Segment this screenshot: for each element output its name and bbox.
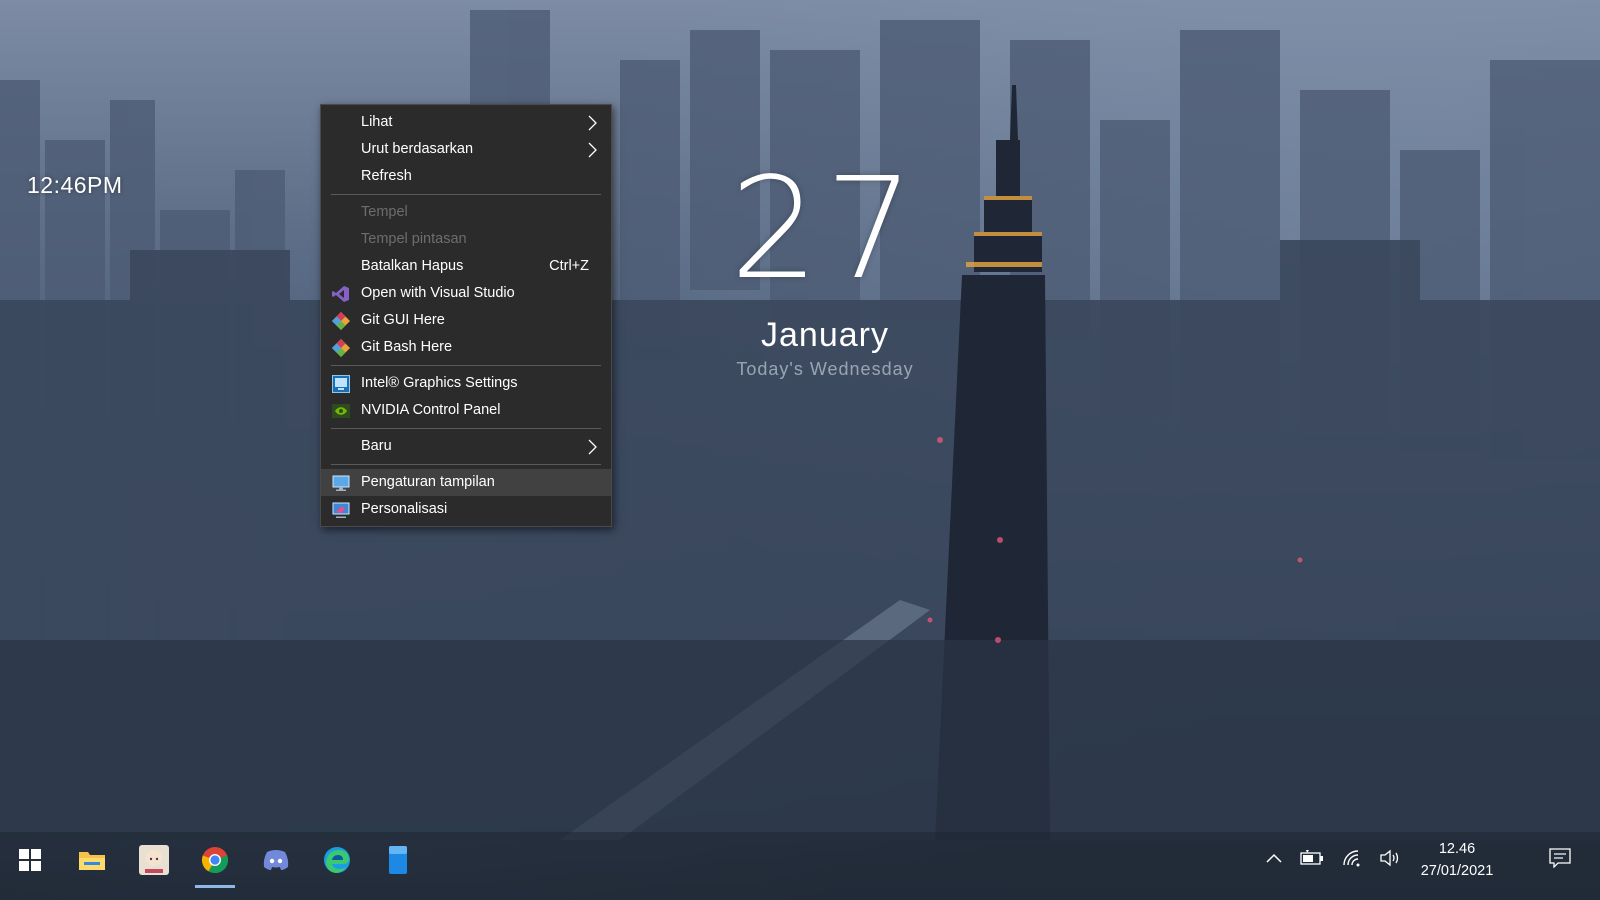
notification-center-icon[interactable]: [1548, 846, 1572, 870]
menu-item-label: Tempel: [361, 204, 408, 220]
battery-icon[interactable]: [1300, 846, 1324, 870]
menu-separator: [331, 464, 601, 465]
menu-item-pengaturan-tampilan[interactable]: Pengaturan tampilan: [321, 469, 611, 496]
menu-separator: [331, 194, 601, 195]
menu-item-label: Git GUI Here: [361, 312, 445, 328]
menu-item-personalisasi[interactable]: Personalisasi: [321, 496, 611, 523]
menu-item-git-bash-here[interactable]: Git Bash Here: [321, 334, 611, 361]
menu-item-open-with-visual-studio[interactable]: Open with Visual Studio: [321, 280, 611, 307]
blue-app-icon[interactable]: [374, 838, 422, 882]
menu-item-shortcut: Ctrl+Z: [549, 258, 589, 274]
menu-separator: [331, 365, 601, 366]
menu-item-label: Git Bash Here: [361, 339, 453, 355]
anime-app-icon[interactable]: [130, 838, 178, 882]
file-explorer-icon[interactable]: [68, 838, 116, 882]
menu-separator: [331, 428, 601, 429]
menu-item-label: Refresh: [361, 168, 412, 184]
date-weekday: Today's Wednesday: [736, 359, 914, 379]
display-settings-icon: [332, 474, 350, 492]
menu-item-tempel-pintasan: Tempel pintasan: [321, 226, 611, 253]
menu-item-intel-graphics-settings[interactable]: Intel® Graphics Settings: [321, 370, 611, 397]
menu-item-lihat[interactable]: Lihat: [321, 109, 611, 136]
date-month: January: [761, 316, 889, 354]
chevron-right-icon: [585, 433, 599, 460]
taskbar-date: 27/01/2021: [1420, 863, 1494, 879]
visual-studio-icon: [332, 285, 350, 303]
menu-item-label: Batalkan Hapus: [361, 258, 464, 274]
chrome-icon[interactable]: [191, 838, 239, 888]
city-skyline-illustration: [0, 10, 1600, 840]
desktop-date-widget: 27 January Today's Wednesday: [700, 160, 950, 380]
menu-item-refresh[interactable]: Refresh: [321, 163, 611, 190]
show-hidden-icons-chevron[interactable]: [1262, 846, 1286, 870]
discord-icon[interactable]: [252, 838, 300, 882]
menu-item-label: Baru: [361, 438, 392, 454]
menu-item-git-gui-here[interactable]: Git GUI Here: [321, 307, 611, 334]
windows-start-icon[interactable]: [6, 838, 54, 882]
menu-item-batalkan-hapus[interactable]: Batalkan Hapus Ctrl+Z: [321, 253, 611, 280]
volume-icon[interactable]: [1378, 846, 1402, 870]
wifi-icon[interactable]: [1340, 846, 1364, 870]
taskbar-clock[interactable]: 12.46 27/01/2021: [1402, 838, 1512, 882]
menu-item-label: Urut berdasarkan: [361, 141, 474, 157]
personalize-icon: [332, 501, 350, 519]
menu-item-label: Tempel pintasan: [361, 231, 467, 247]
menu-item-label: NVIDIA Control Panel: [361, 402, 501, 418]
menu-item-urut-berdasarkan[interactable]: Urut berdasarkan: [321, 136, 611, 163]
git-icon: [332, 339, 350, 357]
menu-item-tempel: Tempel: [321, 199, 611, 226]
menu-item-baru[interactable]: Baru: [321, 433, 611, 460]
chevron-right-icon: [585, 109, 599, 136]
menu-item-label: Lihat: [361, 114, 393, 130]
menu-item-label: Pengaturan tampilan: [361, 474, 495, 490]
taskbar-time: 12.46: [1438, 841, 1476, 857]
desktop-wallpaper: [0, 0, 1600, 900]
git-icon: [332, 312, 350, 330]
nvidia-icon: [332, 402, 350, 420]
date-day: 27: [729, 148, 921, 311]
desktop-context-menu: Lihat Urut berdasarkan Refresh Tempel Te…: [320, 104, 612, 527]
menu-item-label: Intel® Graphics Settings: [361, 375, 518, 391]
menu-item-nvidia-control-panel[interactable]: NVIDIA Control Panel: [321, 397, 611, 424]
intel-graphics-icon: [332, 375, 350, 393]
menu-item-label: Personalisasi: [361, 501, 448, 517]
menu-item-label: Open with Visual Studio: [361, 285, 515, 301]
desktop-clock-widget: 12:46PM: [27, 172, 123, 198]
chevron-right-icon: [585, 136, 599, 163]
edge-icon[interactable]: [313, 838, 361, 882]
